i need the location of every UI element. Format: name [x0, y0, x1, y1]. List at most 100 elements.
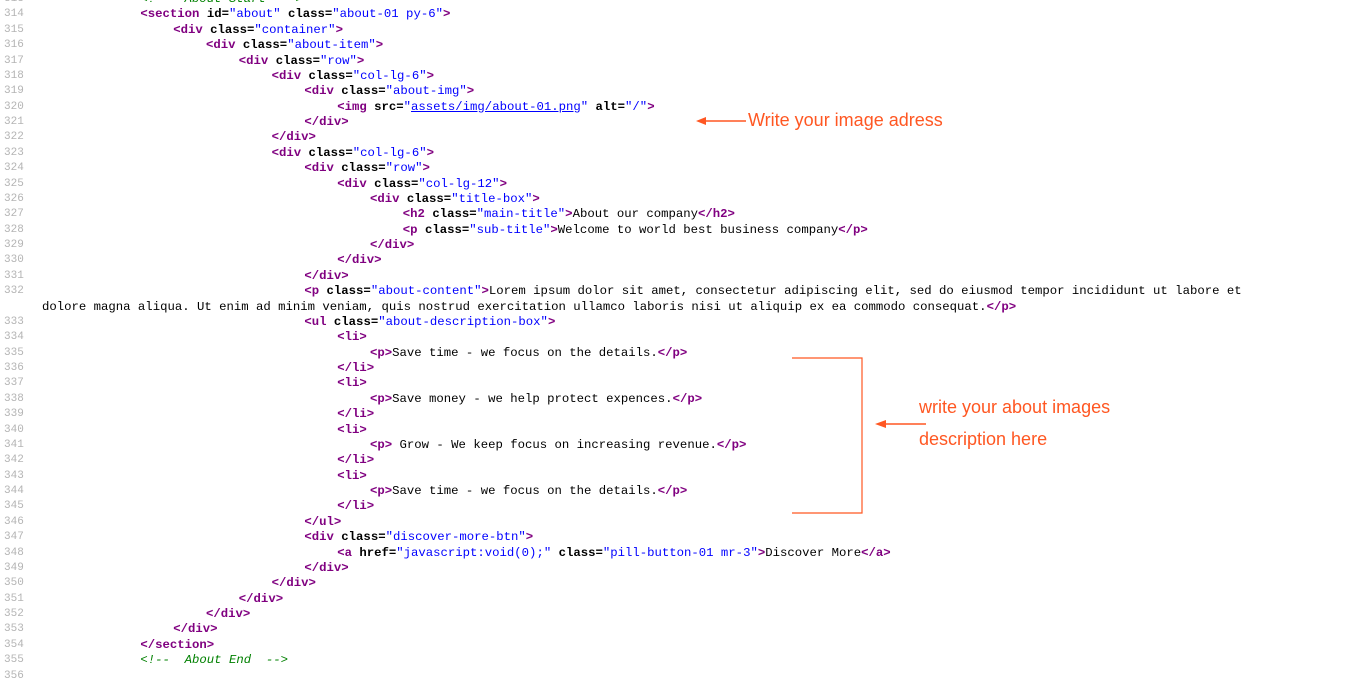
line-number: 313 — [4, 0, 34, 7]
code-line: 326 <div class="title-box"> — [0, 192, 1349, 207]
code-line: 351 </div> — [0, 592, 1349, 607]
code-token: <div — [304, 530, 342, 545]
code-token: <div — [337, 176, 375, 191]
line-number: 337 — [4, 377, 24, 390]
code-token: class= — [333, 314, 379, 329]
code-token: > — [547, 314, 556, 329]
about-description-note-line2: description here — [919, 429, 1048, 449]
code-token: class= — [406, 191, 452, 206]
code-token: </li> — [337, 453, 375, 468]
code-token: Save money - we help protect expences. — [392, 391, 673, 406]
line-number: 330 — [4, 254, 24, 267]
code-text: <li> — [337, 330, 367, 345]
code-token: <!-- About End --> — [140, 653, 288, 668]
code-line: 325 <div class="col-lg-12"> — [0, 177, 1349, 192]
line-number: 335 — [4, 346, 24, 359]
code-text: <p> Grow - We keep focus on increasing r… — [370, 438, 746, 453]
line-number: 343 — [4, 469, 24, 482]
code-token: </div> — [271, 576, 316, 591]
code-token: </div> — [173, 622, 218, 637]
code-line: 338 <p>Save money - we help protect expen… — [0, 392, 1349, 407]
code-token: <p> — [370, 437, 393, 452]
code-token: <ul — [304, 314, 334, 329]
line-number: 347 — [4, 531, 24, 544]
code-line: 330 </div> — [0, 253, 1349, 268]
code-text: <p class="sub-title">Welcome to world be… — [403, 223, 868, 238]
code-token: "about-img" — [385, 84, 467, 99]
code-token: class= — [374, 176, 419, 191]
code-line: 317 <div class="row"> — [0, 54, 1349, 69]
code-token: "row" — [385, 161, 423, 176]
code-token: class= — [341, 84, 386, 99]
line-number: 339 — [4, 408, 24, 421]
code-token: Welcome to world best business company — [557, 222, 839, 237]
code-line: 346 </ul> — [0, 515, 1349, 530]
code-token: > — [335, 22, 343, 37]
code-text: </div> — [304, 115, 348, 130]
code-text: </div> — [239, 592, 283, 607]
code-token: </div> — [271, 130, 316, 145]
code-token: "col-lg-12" — [418, 176, 500, 191]
code-line: 339 </li> — [0, 407, 1349, 422]
code-token: > — [375, 38, 384, 53]
code-token: </p> — [716, 437, 747, 452]
code-line: 331 </div> — [0, 269, 1349, 284]
line-number: 346 — [4, 515, 24, 528]
code-text: <div class="row"> — [239, 54, 364, 69]
code-token: "col-lg-6" — [352, 145, 427, 160]
line-number: 325 — [4, 177, 24, 190]
code-token: </div> — [370, 238, 415, 252]
code-token: <div — [271, 145, 309, 160]
image-path-link[interactable]: assets/img/about-01.png — [411, 100, 581, 114]
code-line: 335 <p>Save time - we focus on the detail… — [0, 346, 1349, 361]
code-editor[interactable]: 313<!-- About Start -->314<section id="a… — [0, 0, 1349, 684]
code-line: 321 </div> — [0, 115, 1349, 130]
code-line: 347 <div class="discover-more-btn"> — [0, 530, 1349, 545]
code-token: About our company — [572, 207, 699, 222]
code-token: > — [356, 53, 365, 68]
code-line: 355 <!-- About End --> — [0, 653, 1349, 668]
code-line: 343 <li> — [0, 469, 1349, 484]
code-token: class= — [308, 145, 353, 160]
line-number: 314 — [4, 8, 24, 21]
code-token: class= — [210, 22, 255, 37]
code-token: <p — [402, 222, 425, 237]
line-number: 349 — [4, 561, 24, 574]
code-token: > — [481, 284, 489, 299]
code-text: <div class="title-box"> — [370, 192, 540, 207]
code-text: </div> — [272, 576, 316, 591]
line-number: 350 — [4, 577, 24, 590]
code-text: <div class="col-lg-12"> — [337, 177, 507, 192]
code-token: " — [403, 99, 412, 114]
code-line: 315 <div class="container"> — [0, 23, 1349, 38]
code-token: <div — [173, 22, 211, 37]
line-number: 321 — [4, 116, 24, 128]
code-line: 350 </div> — [0, 576, 1349, 591]
code-line-wrap: dolore magna aliqua. Ut enim ad minim ve… — [0, 300, 1349, 315]
code-text: <p>Save time - we focus on the details.<… — [370, 484, 687, 499]
code-token: > — [426, 68, 434, 83]
code-text: <div class="about-item"> — [206, 38, 383, 53]
code-text: </div> — [304, 269, 348, 284]
code-token: </div> — [238, 591, 284, 606]
code-token: <div — [370, 191, 407, 206]
code-text: </li> — [337, 453, 374, 468]
code-token: </p> — [986, 299, 1017, 314]
code-line: 341 <p> Grow - We keep focus on increasin… — [0, 438, 1349, 453]
code-token: <li> — [337, 330, 367, 345]
code-token: "container" — [254, 22, 336, 37]
code-line: 327 <h2 class="main-title">About our comp… — [0, 207, 1349, 222]
line-number: 344 — [4, 485, 24, 497]
code-line: 318 <div class="col-lg-6"> — [0, 69, 1349, 84]
code-text: </li> — [337, 407, 374, 422]
code-token: </h2> — [698, 207, 735, 222]
line-number: 345 — [4, 500, 24, 513]
code-token: <p> — [370, 484, 393, 498]
code-token: </div> — [337, 253, 382, 268]
code-token: > — [525, 530, 534, 545]
code-token: </div> — [304, 115, 349, 129]
code-token: <li> — [337, 468, 367, 483]
code-text: <p>Save time - we focus on the details.<… — [370, 346, 687, 361]
code-token: class= — [326, 284, 371, 299]
line-number: 334 — [4, 331, 24, 344]
